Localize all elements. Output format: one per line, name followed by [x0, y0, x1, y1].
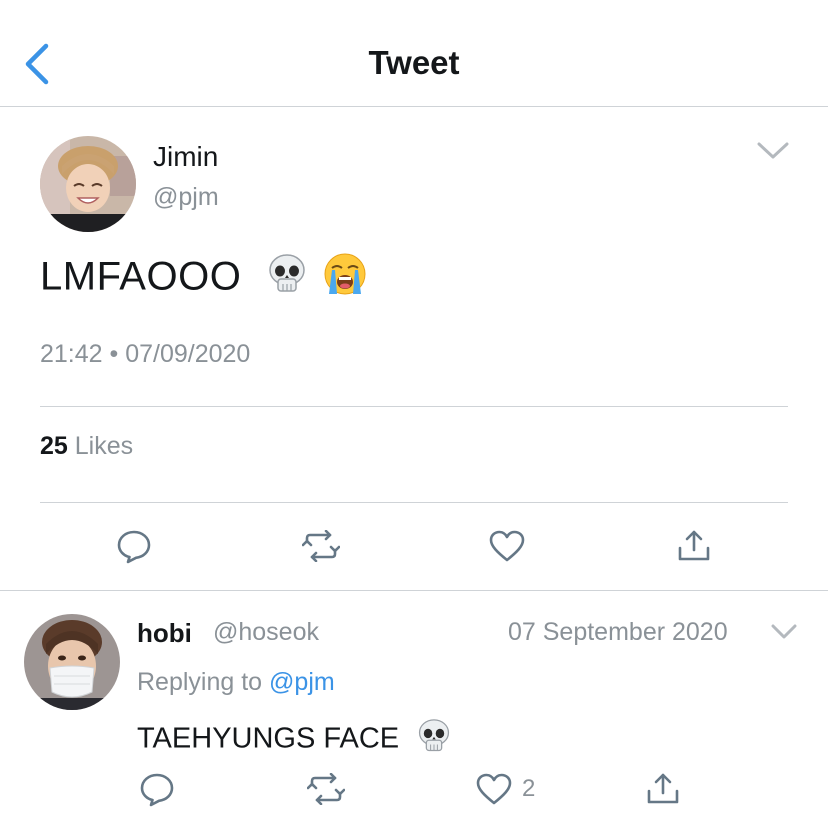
chevron-down-icon: [771, 624, 797, 639]
reply-share-button[interactable]: [646, 771, 680, 810]
section-divider: [0, 590, 828, 591]
like-icon: [476, 773, 512, 805]
likes-label: Likes: [74, 432, 134, 460]
share-icon: [678, 530, 710, 561]
reply-text: TAEHYUNGS FACE: [137, 718, 451, 762]
retweet-icon: [301, 529, 341, 563]
skull-icon: [267, 253, 307, 305]
tweet-options-button[interactable]: [756, 140, 790, 167]
skull-icon: [417, 718, 451, 762]
tweet-timestamp: 21:42 • 07/09/2020: [40, 340, 251, 368]
reply-text-content: TAEHYUNGS FACE: [137, 722, 400, 755]
like-icon: [489, 530, 525, 562]
reply-author-handle[interactable]: @hoseok: [213, 618, 319, 647]
replying-to-label: Replying to: [137, 668, 263, 696]
reply-avatar[interactable]: [24, 614, 120, 710]
author-name[interactable]: Jimin: [153, 141, 218, 173]
replying-to-mention[interactable]: @pjm: [269, 668, 335, 696]
page-title: Tweet: [368, 44, 460, 81]
retweet-button[interactable]: [301, 529, 341, 567]
divider: [40, 502, 788, 503]
chevron-down-icon: [757, 142, 789, 159]
likes-summary[interactable]: 25 Likes: [40, 432, 133, 461]
reply-options-button[interactable]: [770, 623, 798, 646]
divider: [40, 406, 788, 407]
reply-icon: [117, 530, 151, 564]
reply-retweet-button[interactable]: [306, 772, 346, 810]
loudly-crying-face-icon: [323, 252, 367, 306]
reply-date: 07 September 2020: [508, 618, 728, 646]
retweet-icon: [306, 772, 346, 806]
reply-reply-button[interactable]: [139, 771, 175, 812]
reply-author-name[interactable]: hobi: [137, 618, 192, 649]
likes-count: 25: [40, 432, 68, 460]
tweet-text: LMFAOOO: [40, 252, 367, 306]
reply-button[interactable]: [116, 528, 152, 569]
share-icon: [647, 773, 679, 804]
avatar[interactable]: [40, 136, 136, 232]
reply-like-button[interactable]: [476, 773, 512, 810]
reply-like-count: 2: [522, 775, 536, 802]
reply-icon: [140, 773, 174, 807]
replying-to: Replying to @pjm: [137, 668, 335, 697]
tweet-text-content: LMFAOOO: [40, 254, 242, 299]
like-button[interactable]: [489, 530, 525, 567]
header-divider: [0, 106, 828, 107]
author-handle[interactable]: @pjm: [153, 183, 219, 212]
share-button[interactable]: [677, 528, 711, 567]
